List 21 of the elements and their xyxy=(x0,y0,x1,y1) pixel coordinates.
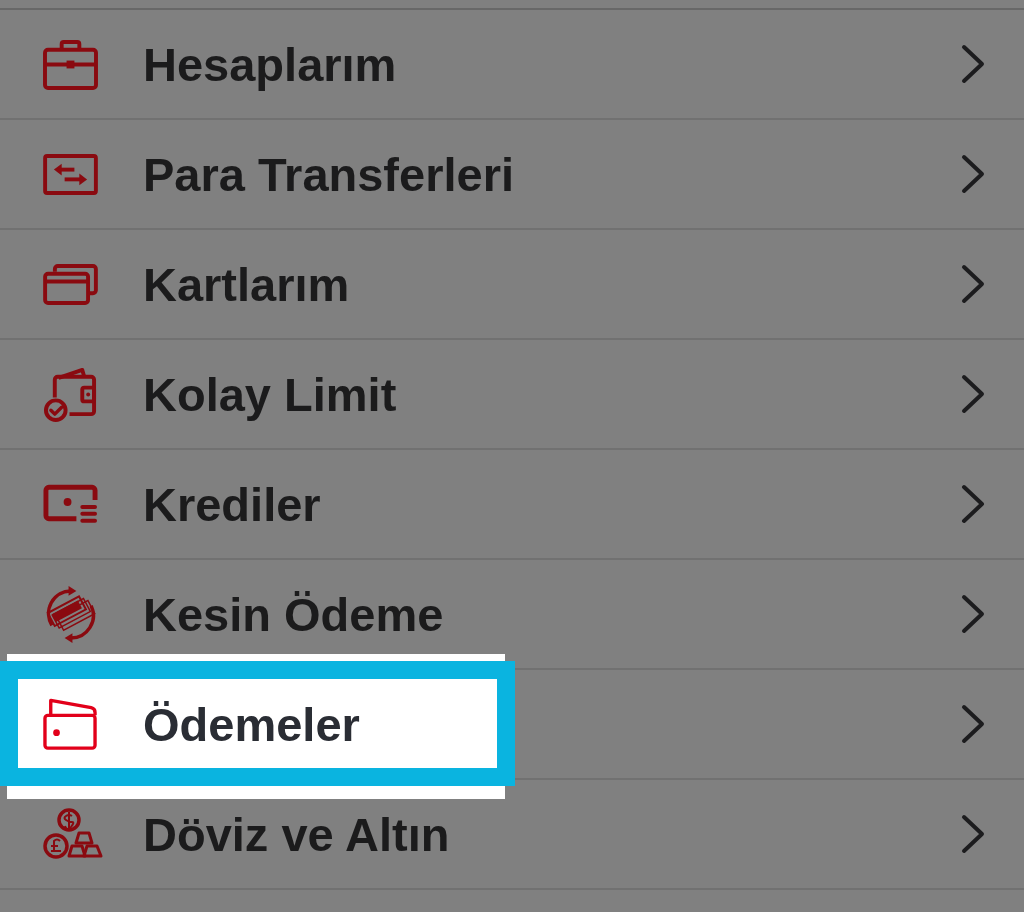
wallet-icon xyxy=(43,698,97,750)
menu-item[interactable]: Döviz ve Altın xyxy=(143,810,450,858)
briefcase-icon xyxy=(43,38,98,90)
chevron-right-icon xyxy=(961,154,985,194)
transfer-arrows-icon xyxy=(43,153,98,195)
cards-icon xyxy=(43,263,98,305)
menu-item[interactable]: Krediler xyxy=(143,480,321,528)
chevron-right-icon xyxy=(961,44,985,84)
chevron-right-icon xyxy=(961,594,985,634)
chevron-right-icon xyxy=(961,484,985,524)
menu-item[interactable]: Ödemeler xyxy=(143,700,360,748)
chevron-right-icon xyxy=(961,704,985,744)
menu-item[interactable]: Kesin Ödeme xyxy=(143,590,444,638)
banknote-icon xyxy=(43,484,98,524)
coins-ingots-icon xyxy=(43,808,105,860)
wallet-check-icon xyxy=(43,366,98,422)
menu-item[interactable]: Para Transferleri xyxy=(143,150,514,198)
chevron-right-icon xyxy=(961,374,985,414)
chevron-right-icon xyxy=(961,814,985,854)
chevron-right-icon xyxy=(961,264,985,304)
menu-item[interactable]: Kartlarım xyxy=(143,260,350,308)
